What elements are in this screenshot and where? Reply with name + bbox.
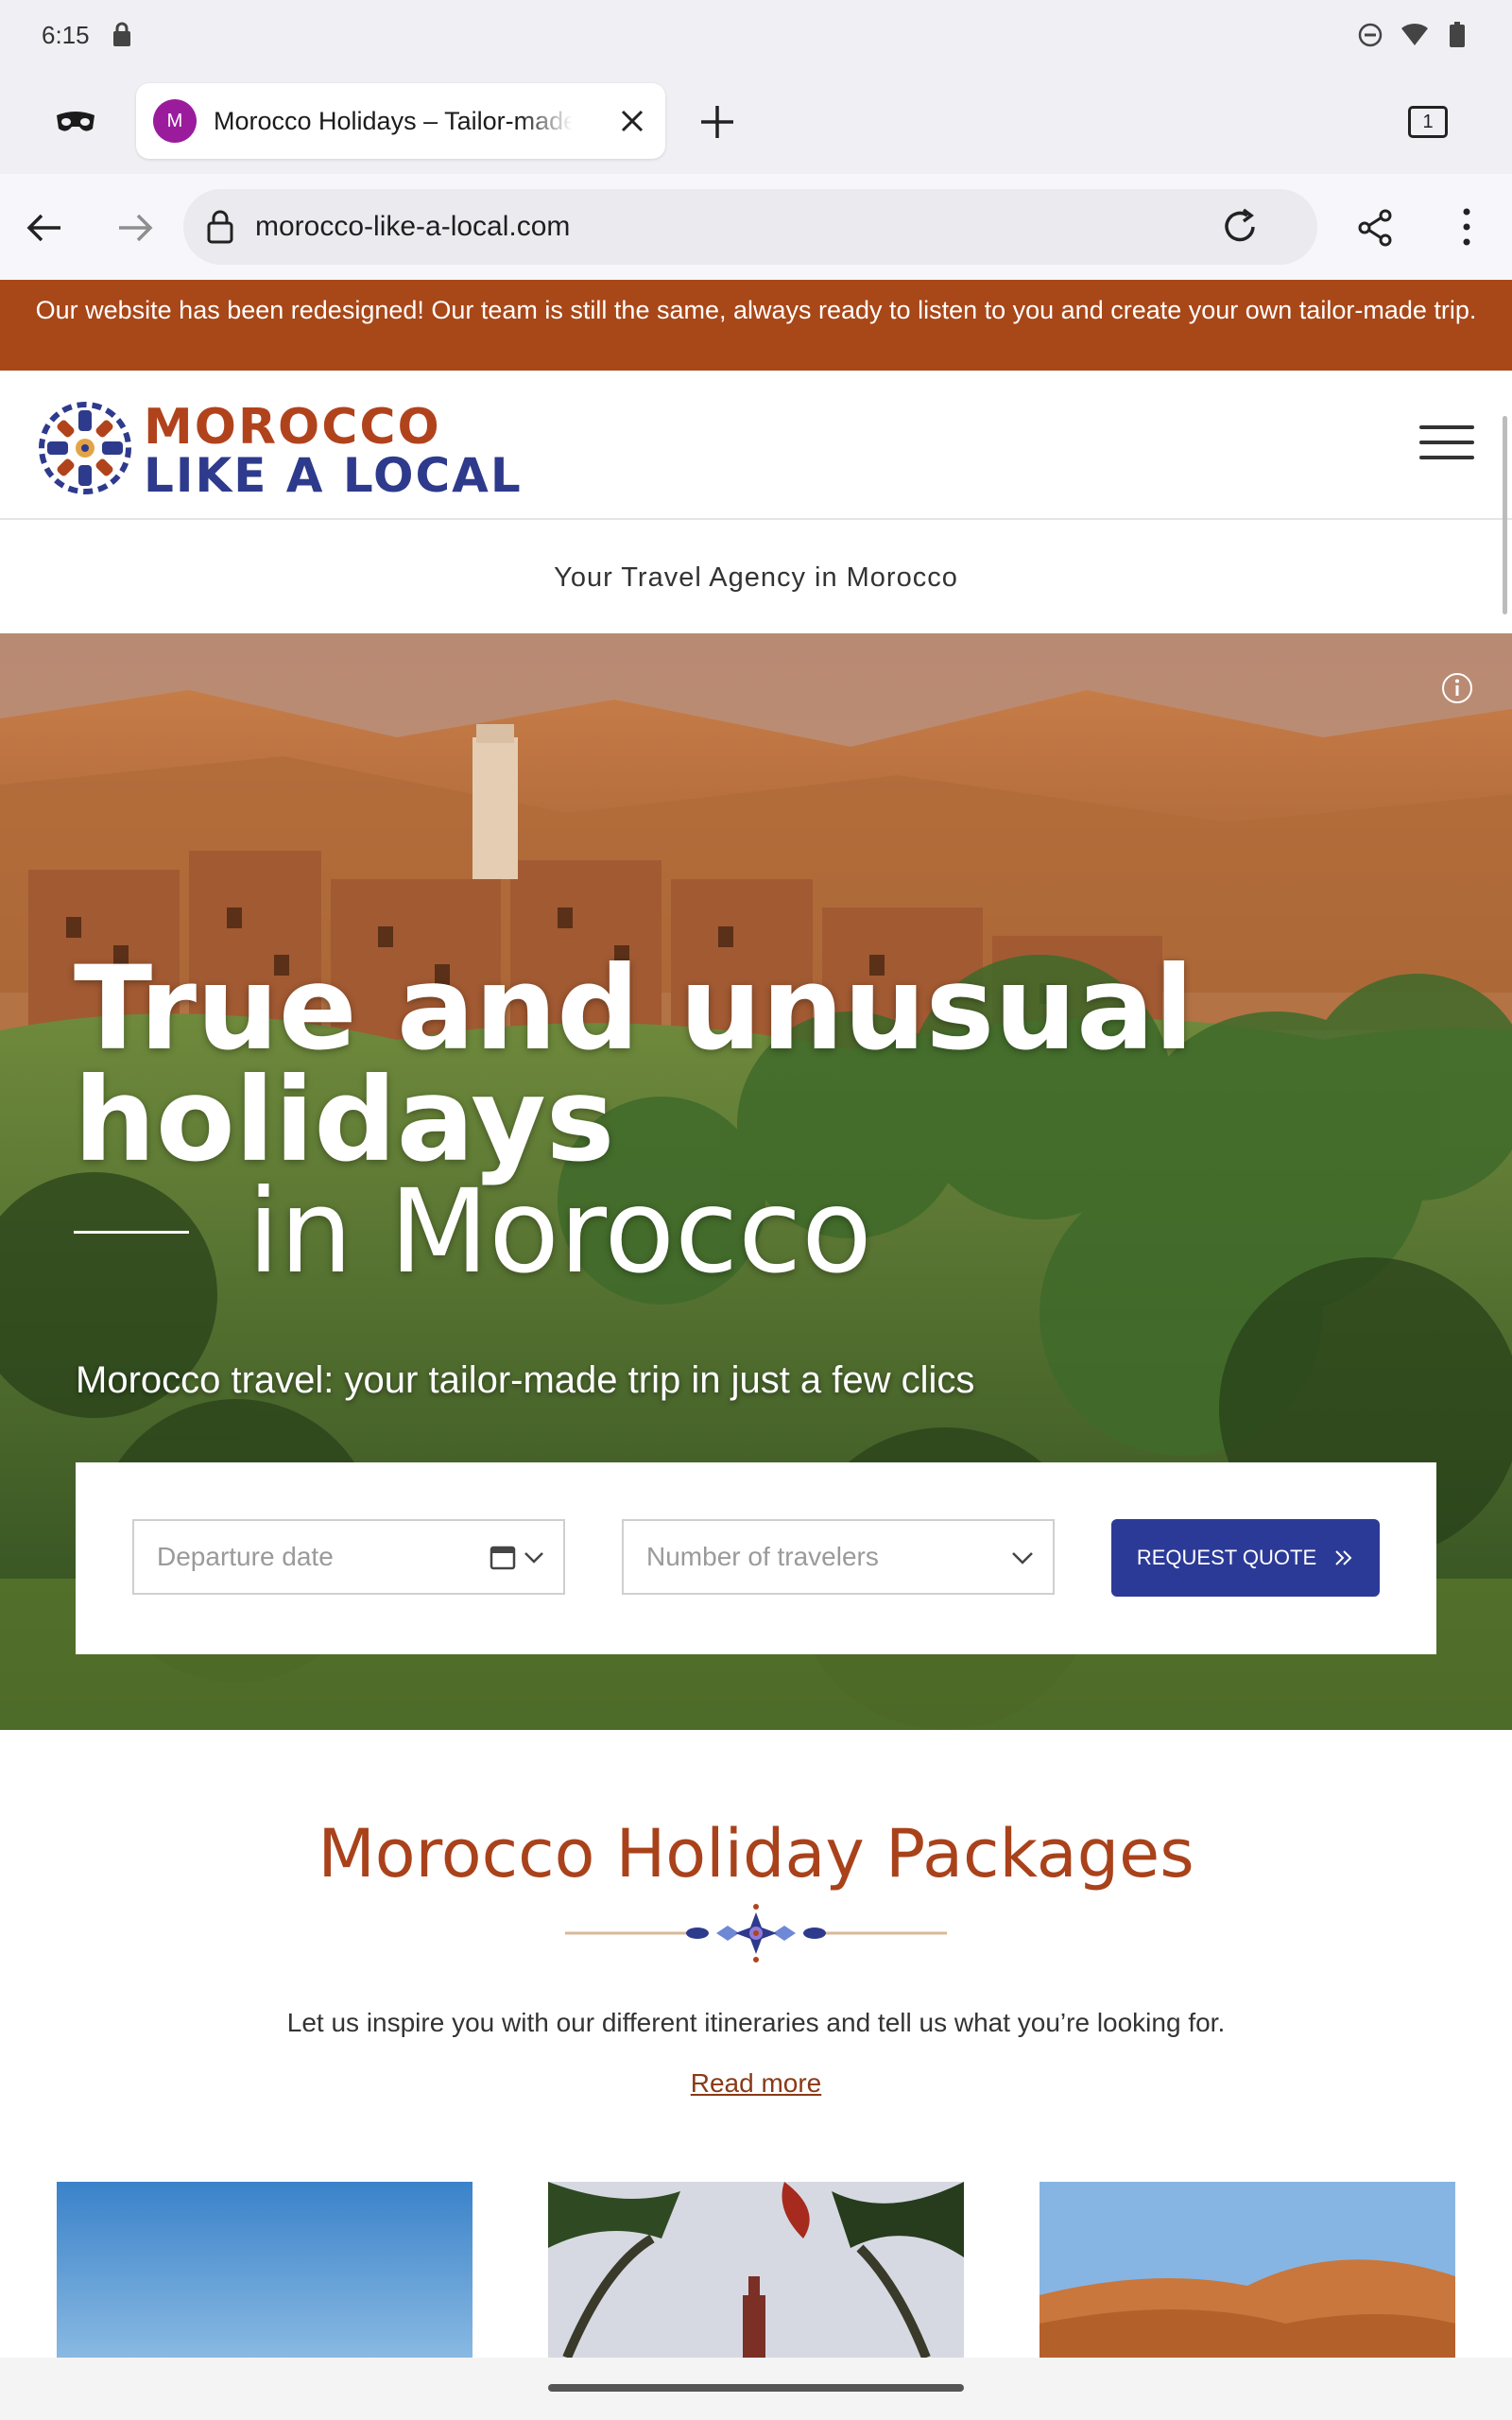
url-text: morocco-like-a-local.com: [255, 211, 571, 242]
package-card-image[interactable]: [548, 2182, 964, 2358]
new-tab-icon[interactable]: [697, 102, 737, 142]
hero-heading-line1: True and unusual: [74, 942, 1194, 1076]
desert-dunes-image: [1040, 2182, 1455, 2358]
travelers-placeholder: Number of travelers: [646, 1542, 879, 1571]
hero-section: True and unusual holidays in Morocco Mor…: [0, 633, 1512, 1730]
status-bar: 6:15: [0, 0, 1512, 70]
divider-ornament-icon: [565, 1904, 947, 1962]
menu-hamburger-icon[interactable]: [1419, 425, 1474, 463]
home-gesture-handle[interactable]: [548, 2384, 964, 2392]
tab-strip: M Morocco Holidays – Tailor-made 1: [0, 70, 1512, 174]
address-bar[interactable]: morocco-like-a-local.com: [183, 189, 1317, 265]
forward-arrow-icon[interactable]: [113, 206, 157, 250]
double-chevron-right-icon: [1335, 1550, 1352, 1565]
agency-tagline: Your Travel Agency in Morocco: [0, 522, 1512, 633]
close-tab-icon[interactable]: [616, 105, 648, 137]
tab-favicon: M: [153, 99, 197, 143]
reload-icon[interactable]: [1219, 206, 1261, 248]
work-profile-icon: [112, 22, 130, 46]
travelers-select[interactable]: Number of travelers: [622, 1519, 1055, 1595]
request-quote-label: REQUEST QUOTE: [1136, 1546, 1317, 1569]
wifi-icon: [1401, 23, 1428, 45]
logo-mosaic-icon[interactable]: [36, 399, 134, 497]
incognito-icon[interactable]: [55, 108, 96, 136]
read-more-link[interactable]: Read more: [0, 2068, 1512, 2099]
packages-description: Let us inspire you with our different it…: [286, 2008, 1226, 2037]
sky-image: [57, 2182, 472, 2358]
package-card-image[interactable]: [57, 2182, 472, 2358]
request-quote-button[interactable]: REQUEST QUOTE: [1111, 1519, 1380, 1597]
departure-date-placeholder: Departure date: [157, 1542, 334, 1571]
hero-dash-divider: [74, 1230, 189, 1234]
tab-title: Morocco Holidays – Tailor-made: [214, 106, 573, 135]
packages-heading: Morocco Holiday Packages: [318, 1815, 1194, 1893]
lock-icon[interactable]: [204, 208, 236, 246]
browser-tab-active[interactable]: M Morocco Holidays – Tailor-made: [136, 83, 665, 159]
announcement-banner: Our website has been redesigned! Our tea…: [0, 280, 1512, 371]
departure-date-field[interactable]: Departure date: [132, 1519, 565, 1595]
share-icon[interactable]: [1353, 206, 1397, 250]
back-arrow-icon[interactable]: [23, 206, 66, 250]
do-not-disturb-icon: [1358, 23, 1383, 47]
package-card-image[interactable]: [1040, 2182, 1455, 2358]
battery-icon: [1450, 22, 1465, 47]
logo-text-top[interactable]: MOROCCO: [144, 399, 441, 456]
site-header: MOROCCO LIKE A LOCAL: [0, 371, 1512, 520]
hero-heading-line2: holidays: [74, 1053, 615, 1187]
hero-heading: True and unusual holidays in Morocco: [74, 942, 1194, 1299]
hero-subtitle: Morocco travel: your tailor-made trip in…: [76, 1359, 975, 1401]
tab-switcher-button[interactable]: 1: [1408, 106, 1448, 138]
palm-minaret-image: [548, 2182, 964, 2358]
quote-form: Departure date Number of travelers REQUE…: [76, 1462, 1436, 1654]
hero-heading-line3-wrap: in Morocco: [74, 1165, 1194, 1299]
chevron-down-icon[interactable]: [1007, 1544, 1038, 1572]
hero-heading-line3: in Morocco: [248, 1165, 872, 1299]
info-icon[interactable]: [1440, 671, 1474, 705]
toolbar: morocco-like-a-local.com: [0, 174, 1512, 280]
more-options-icon[interactable]: [1446, 204, 1487, 250]
gesture-nav-bar: [0, 2358, 1512, 2420]
logo-text-bottom[interactable]: LIKE A LOCAL: [144, 448, 523, 503]
status-time: 6:15: [42, 20, 90, 49]
scroll-indicator: [1503, 416, 1507, 614]
calendar-chevron-icon[interactable]: [490, 1544, 548, 1572]
